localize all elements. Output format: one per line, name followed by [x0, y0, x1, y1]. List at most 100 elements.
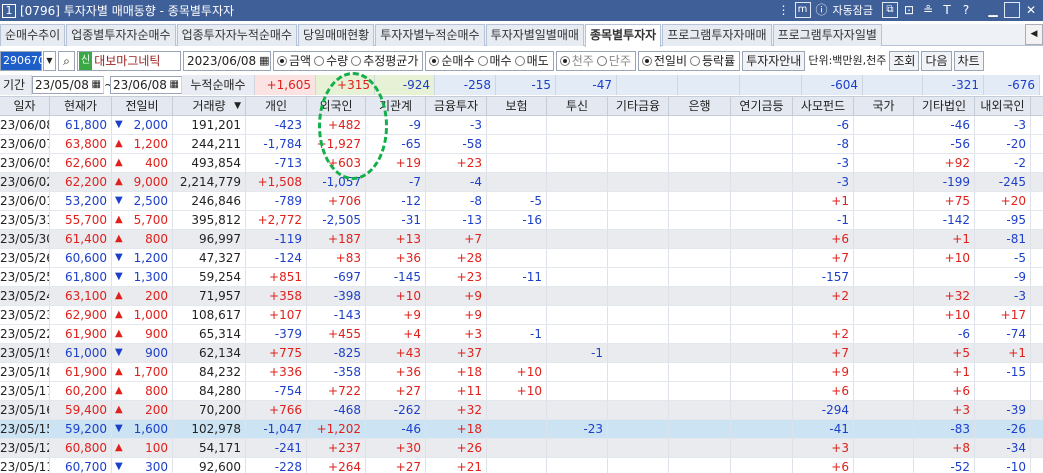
- cell-bo: [487, 116, 547, 134]
- tab-7[interactable]: 프로그램투자자매매: [662, 24, 772, 46]
- column-header-9[interactable]: 투신: [547, 97, 608, 116]
- new-window-icon[interactable]: ⊡: [901, 2, 917, 18]
- text-button[interactable]: T: [939, 2, 955, 18]
- minimize-icon[interactable]: ▁: [985, 2, 1001, 18]
- date-input[interactable]: 2023/06/08 ▦: [183, 50, 271, 71]
- cell-change: ▲ 900: [112, 325, 173, 343]
- cell-df: -3: [975, 116, 1031, 134]
- calendar-icon[interactable]: ▦: [259, 52, 269, 70]
- cell-tr: [547, 382, 608, 400]
- calendar-icon[interactable]: ▦: [92, 77, 101, 93]
- column-header-0[interactable]: 일자: [0, 97, 50, 116]
- tab-1[interactable]: 업종별투자자순매수: [66, 24, 176, 46]
- table-row[interactable]: 23/05/26 60,600 ▼ 1,200 47,327 -124 +83 +36 +28 +…: [0, 249, 1043, 268]
- column-header-7[interactable]: 금융투자: [426, 97, 487, 116]
- tab-scroll-icon[interactable]: ◀: [1025, 24, 1043, 45]
- tab-5[interactable]: 투자자별일별매매: [485, 24, 584, 46]
- m-button[interactable]: m: [794, 2, 811, 18]
- table-row[interactable]: 23/05/17 60,200 ▲ 800 84,280 -754 +722 +27 +11 +1…: [0, 382, 1043, 401]
- table-row[interactable]: 23/05/18 61,900 ▲ 1,700 84,232 +336 -358 +36 +18…: [0, 363, 1043, 382]
- chart-icon[interactable]: ≗: [920, 2, 936, 18]
- buy-radio[interactable]: [477, 55, 488, 66]
- cell-p: 59,400: [50, 401, 112, 419]
- table-row[interactable]: 23/06/05 62,600 ▲ 400 493,854 -713 +603 +19 +23 -…: [0, 154, 1043, 173]
- table-row[interactable]: 23/05/25 61,800 ▼ 1,300 59,254 +851 -697 -145 +2…: [0, 268, 1043, 287]
- table-row[interactable]: 23/05/24 63,100 ▲ 200 71,957 +358 -398 +10 +9 +2 +…: [0, 287, 1043, 306]
- avg-price-radio[interactable]: [351, 55, 362, 66]
- cell-df: [975, 382, 1031, 400]
- down-arrow-icon: ▼: [115, 423, 123, 434]
- tab-2[interactable]: 업종투자자누적순매수: [176, 24, 297, 46]
- pin-icon[interactable]: ⋮: [776, 2, 792, 18]
- column-header-3[interactable]: 거래량 ▼: [173, 97, 246, 116]
- tab-3[interactable]: 당일매매현황: [297, 24, 375, 46]
- column-header-15[interactable]: 기타법인: [914, 97, 975, 116]
- stock-code-input[interactable]: 290670: [0, 50, 45, 71]
- table-row[interactable]: 23/05/23 62,900 ▲ 1,000 108,617 +107 -143 +9 +9 +…: [0, 306, 1043, 325]
- info-icon[interactable]: ⓘ: [814, 2, 830, 18]
- net-buy-radio[interactable]: [429, 55, 440, 66]
- column-header-12[interactable]: 연기금등: [731, 97, 793, 116]
- amount-radio[interactable]: [277, 55, 287, 66]
- change-rate-radio[interactable]: [690, 55, 701, 66]
- column-header-1[interactable]: 현재가: [50, 97, 112, 116]
- cell-oc: +5: [914, 344, 975, 362]
- tab-0[interactable]: 순매수추이: [0, 24, 66, 46]
- column-header-6[interactable]: 기관계: [366, 97, 426, 116]
- table-row[interactable]: 23/06/02 62,200 ▲ 9,000 2,214,779 +1,508 -1,05…: [0, 173, 1043, 192]
- sort-icon[interactable]: ▼: [234, 97, 241, 116]
- tab-4[interactable]: 투자자별누적순매수: [375, 24, 485, 46]
- next-button[interactable]: 다음: [921, 50, 952, 71]
- query-button[interactable]: 조회: [889, 50, 920, 71]
- column-header-14[interactable]: 국가: [854, 97, 914, 116]
- cell-v: 65,314: [173, 325, 246, 343]
- maximize-icon[interactable]: [1004, 2, 1020, 18]
- tab-8[interactable]: 프로그램투자자일별: [772, 24, 882, 46]
- cell-change: ▲ 100: [112, 439, 173, 457]
- tab-6[interactable]: 종목별투자자: [584, 24, 662, 47]
- sum-private-fund: -604: [802, 75, 863, 95]
- search-icon[interactable]: ⌕: [58, 50, 75, 71]
- cell-p: 60,200: [50, 382, 112, 400]
- column-header-13[interactable]: 사모펀드: [793, 97, 854, 116]
- table-row[interactable]: 23/05/16 59,400 ▲ 200 70,200 +766 -468 -262 +32 -…: [0, 401, 1043, 420]
- chart-button[interactable]: 차트: [953, 50, 984, 71]
- help-button[interactable]: ?: [958, 2, 974, 18]
- cell-bk: [669, 325, 731, 343]
- table-row[interactable]: 23/05/12 60,800 ▲ 100 54,171 -241 +237 +30 +26 +3…: [0, 439, 1043, 458]
- column-header-5[interactable]: 외국인: [307, 97, 366, 116]
- cell-df: +1: [975, 344, 1031, 362]
- investor-guide-button[interactable]: 투자자안내: [742, 50, 806, 71]
- table-row[interactable]: 23/05/31 55,700 ▲ 5,700 395,812 +2,772 -2,505-…: [0, 211, 1043, 230]
- column-header-10[interactable]: 기타금융: [608, 97, 669, 116]
- table-row[interactable]: 23/05/15 59,200 ▼ 1,600 102,978 -1,047 +1,202-…: [0, 420, 1043, 439]
- single-shares-radio[interactable]: [596, 55, 607, 66]
- column-header-11[interactable]: 은행: [669, 97, 731, 116]
- cell-ins: +43: [366, 344, 426, 362]
- table-row[interactable]: 23/05/22 61,900 ▲ 900 65,314 -379 +455 +4 +3 -1 +2…: [0, 325, 1043, 344]
- cell-pn: [731, 458, 793, 473]
- table-row[interactable]: 23/06/01 53,200 ▼ 2,500 246,846 -789 +706 -12 -8…: [0, 192, 1043, 211]
- quantity-radio[interactable]: [314, 55, 325, 66]
- column-header-2[interactable]: 전일비: [112, 97, 173, 116]
- auto-lock-button[interactable]: 자동잠금: [833, 2, 873, 18]
- column-header-8[interactable]: 보험: [487, 97, 547, 116]
- thousand-shares-radio[interactable]: [559, 55, 570, 66]
- table-row[interactable]: 23/06/07 63,800 ▲ 1,200 244,211 -1,784 +1,927-…: [0, 135, 1043, 154]
- to-date-input[interactable]: 23/06/08 ▦: [110, 76, 182, 94]
- prev-day-radio[interactable]: [641, 55, 652, 66]
- table-row[interactable]: 23/05/11 60,700 ▼ 300 92,600 -228 +264 +27 +21 +6…: [0, 458, 1043, 473]
- dropdown-icon[interactable]: ▼: [43, 50, 56, 71]
- calendar-icon[interactable]: ▦: [170, 77, 179, 93]
- table-row[interactable]: 23/05/19 61,000 ▼ 900 62,134 +775 -825 +43 +37 -1…: [0, 344, 1043, 363]
- table-row[interactable]: 23/05/30 61,400 ▲ 800 96,997 -119 +187 +13 +7 +6 +…: [0, 230, 1043, 249]
- sell-radio[interactable]: [514, 55, 525, 66]
- amount-type-radio-group: 금액 수량 추정평균가: [273, 50, 424, 71]
- link-icon[interactable]: ⧉: [882, 2, 898, 18]
- column-header-16[interactable]: 내외국인: [975, 97, 1031, 116]
- cell-tr: [547, 306, 608, 324]
- table-row[interactable]: 23/06/08 61,800 ▼ 2,000 191,201 -423 +482 -9 -3-…: [0, 116, 1043, 135]
- from-date-input[interactable]: 23/05/08 ▦: [32, 76, 104, 94]
- column-header-4[interactable]: 개인: [246, 97, 307, 116]
- close-icon[interactable]: ✕: [1023, 2, 1039, 18]
